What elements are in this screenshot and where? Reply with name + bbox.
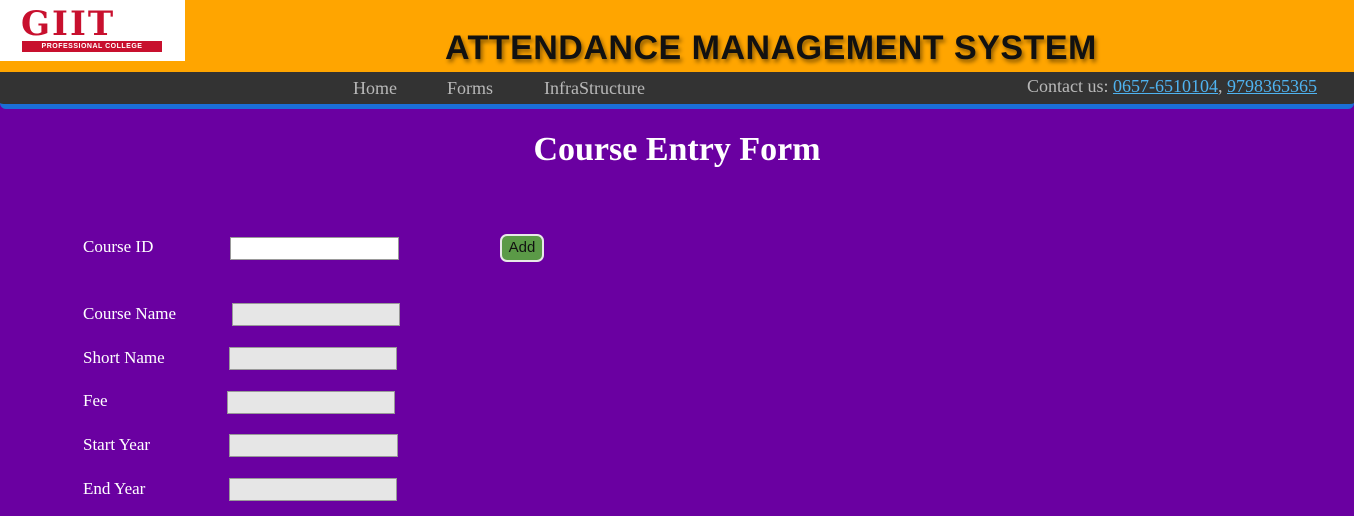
logo-text: GIIT xyxy=(21,4,116,44)
start-year-input[interactable] xyxy=(229,434,398,457)
form-title: Course Entry Form xyxy=(533,131,821,168)
app-title: ATTENDANCE MANAGEMENT SYSTEM xyxy=(445,29,1097,67)
short-name-input[interactable] xyxy=(229,347,397,370)
phone-link-1[interactable]: 0657-6510104 xyxy=(1113,76,1218,96)
course-id-label: Course ID xyxy=(83,237,154,256)
course-name-label: Course Name xyxy=(83,304,177,323)
contact-label: Contact us: xyxy=(1027,76,1109,96)
short-name-label: Short Name xyxy=(83,348,165,367)
nav-home-link[interactable]: Home xyxy=(353,78,397,99)
end-year-input[interactable] xyxy=(229,478,397,501)
nav-infrastructure-link[interactable]: InfraStructure xyxy=(544,78,645,99)
logo-subtext: PROFESSIONAL COLLEGE xyxy=(41,43,143,50)
course-id-input[interactable] xyxy=(230,237,399,260)
phone-separator: , xyxy=(1218,76,1227,96)
end-year-label: End Year xyxy=(83,479,146,498)
fee-input[interactable] xyxy=(227,391,395,414)
add-button[interactable]: Add xyxy=(500,234,544,262)
fee-label: Fee xyxy=(83,391,108,410)
course-name-input[interactable] xyxy=(232,303,400,326)
phone-link-2[interactable]: 9798365365 xyxy=(1227,76,1317,96)
contact-info: Contact us: 0657-6510104, 9798365365 xyxy=(1027,76,1317,97)
nav-forms-link[interactable]: Forms xyxy=(447,78,493,99)
college-logo[interactable]: GIIT PROFESSIONAL COLLEGE xyxy=(0,0,185,61)
start-year-label: Start Year xyxy=(83,435,151,454)
header-bar: GIIT PROFESSIONAL COLLEGE ATTENDANCE MAN… xyxy=(0,0,1354,72)
navigation-bar: Home Forms InfraStructure Contact us: 06… xyxy=(0,72,1354,109)
